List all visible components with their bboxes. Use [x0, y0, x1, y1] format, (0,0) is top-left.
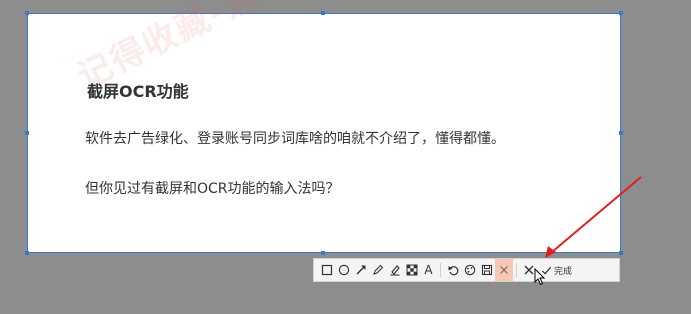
mosaic-icon: [406, 264, 417, 276]
toolbar-divider: [516, 263, 517, 277]
highlighter-icon: [390, 265, 400, 276]
pen-tool-button[interactable]: [369, 259, 386, 281]
arrow-icon: [356, 265, 365, 275]
highlighter-tool-button[interactable]: [386, 259, 403, 281]
rectangle-tool-button[interactable]: [318, 259, 335, 281]
paragraph-question: 但你见过有截屏和OCR功能的输入法吗？: [85, 181, 340, 197]
undo-icon: [448, 266, 458, 276]
captured-content: 记得收藏-黑域基地 Hybase.com 截屏OCR功能 软件去广告绿化、登录账…: [28, 0, 620, 252]
pin-icon: [500, 266, 508, 274]
text-tool-button[interactable]: A: [420, 259, 437, 281]
mosaic-tool-button[interactable]: [403, 259, 420, 281]
close-icon: [524, 265, 533, 275]
undo-button[interactable]: [444, 259, 461, 281]
page-title: 截屏OCR功能: [87, 82, 189, 101]
ellipse-icon: [338, 264, 349, 276]
pin-button[interactable]: [495, 259, 513, 281]
paragraph-intro: 软件去广告绿化、登录账号同步词库啥的咱就不介绍了，懂得都懂。: [85, 131, 505, 147]
ellipse-tool-button[interactable]: [335, 259, 352, 281]
toolbar-divider: [440, 263, 441, 277]
save-button[interactable]: [478, 259, 495, 281]
text-icon: A: [424, 263, 433, 277]
pen-icon: [372, 264, 383, 275]
rectangle-icon: [321, 264, 332, 276]
save-icon: [481, 264, 492, 276]
mouse-cursor-icon: [534, 268, 546, 286]
arrow-tool-button[interactable]: [352, 259, 369, 281]
finish-label: 完成: [554, 266, 573, 277]
ocr-button[interactable]: [461, 259, 478, 281]
capture-selection[interactable]: 记得收藏-黑域基地 Hybase.com 截屏OCR功能 软件去广告绿化、登录账…: [25, 0, 623, 255]
palette-icon: [464, 264, 475, 276]
screenshot-toolbar: A 完成: [313, 258, 620, 282]
